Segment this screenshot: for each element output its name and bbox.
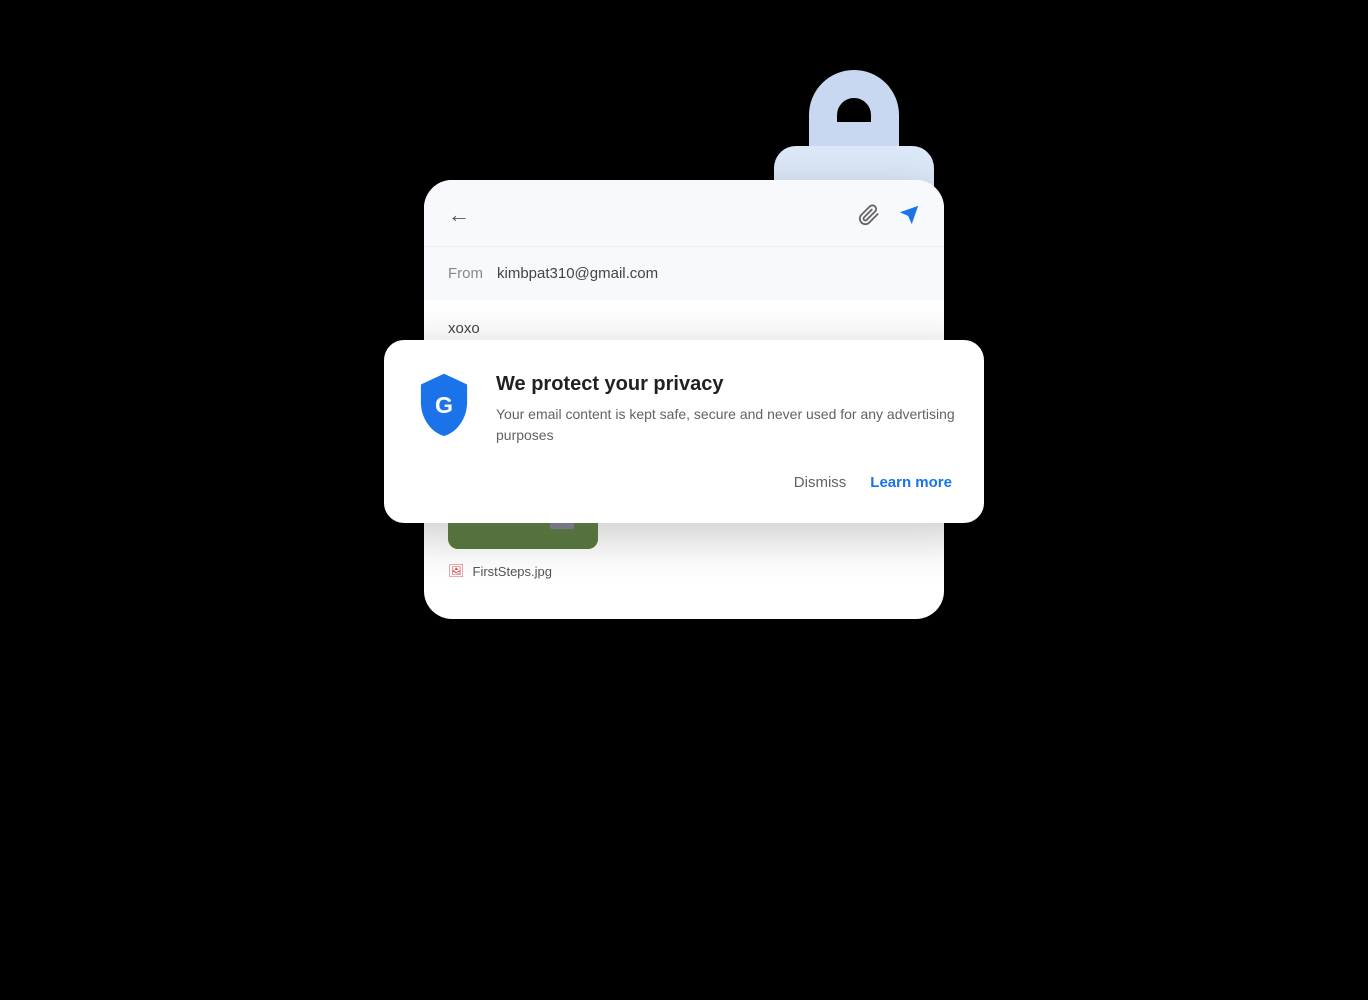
privacy-actions: Dismiss Learn more: [412, 466, 956, 499]
main-scene: ← From kimbpat310@gmail.com xoxo Kim: [374, 70, 994, 930]
email-header-icons: [858, 204, 920, 226]
privacy-card-top: G We protect your privacy Your email con…: [412, 372, 956, 446]
email-xoxo: xoxo: [448, 320, 920, 337]
back-button[interactable]: ←: [448, 202, 470, 228]
file-attachment: 🖼 FirstSteps.jpg: [448, 563, 920, 579]
dismiss-button[interactable]: Dismiss: [790, 466, 851, 499]
svg-text:G: G: [435, 392, 453, 418]
file-icon: 🖼: [448, 563, 465, 579]
from-email-address: kimbpat310@gmail.com: [497, 265, 658, 282]
learn-more-button[interactable]: Learn more: [866, 466, 956, 499]
privacy-title: We protect your privacy: [496, 372, 956, 396]
lock-shackle: [809, 70, 899, 150]
send-icon[interactable]: [898, 204, 920, 226]
file-name: FirstSteps.jpg: [473, 564, 552, 579]
attach-icon[interactable]: [858, 204, 880, 226]
from-label: From: [448, 265, 483, 282]
privacy-card: G We protect your privacy Your email con…: [384, 340, 984, 523]
privacy-description: Your email content is kept safe, secure …: [496, 404, 956, 446]
privacy-text-block: We protect your privacy Your email conte…: [496, 372, 956, 446]
email-from-row: From kimbpat310@gmail.com: [424, 247, 944, 300]
google-shield-icon: G: [412, 372, 476, 436]
email-header: ←: [424, 180, 944, 247]
